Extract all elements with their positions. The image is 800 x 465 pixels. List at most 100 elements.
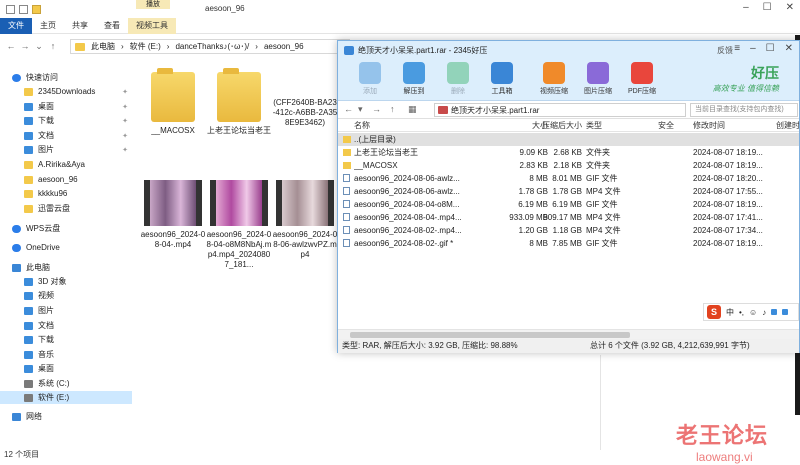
column-header-type[interactable]: 类型 bbox=[586, 119, 646, 132]
column-header-packed[interactable]: 压缩后大小 bbox=[542, 119, 582, 132]
table-row[interactable]: aesoon96_2024-08-02-.mp4... 1.20 GB 1.18… bbox=[338, 224, 799, 237]
column-header-name[interactable]: 名称 bbox=[354, 119, 504, 132]
folder-icon bbox=[217, 68, 261, 122]
column-header-security[interactable]: 安全 bbox=[658, 119, 688, 132]
table-row-parent[interactable]: ..(上层目录) bbox=[338, 133, 799, 146]
table-row[interactable]: aesoon96_2024-08-04-.mp4... 933.09 MB 90… bbox=[338, 211, 799, 224]
sidebar-item-documents[interactable]: 文档 ✦ bbox=[0, 129, 132, 142]
archive-path-field[interactable]: 绝顶天才小呆呆.part1.rar bbox=[434, 103, 686, 117]
sidebar-item-xunlei-cloud[interactable]: 迅雷云盘 bbox=[0, 202, 132, 215]
maximize-icon[interactable]: ☐ bbox=[763, 2, 772, 13]
up-arrow-icon[interactable]: ↑ bbox=[390, 104, 395, 114]
emoji-icon[interactable]: ☺ bbox=[749, 308, 757, 317]
file-tile-video-2[interactable]: aesoon96_2024-08-04-o8M8NbAj.mp4.mp4_202… bbox=[206, 180, 272, 270]
tab-share[interactable]: 共享 bbox=[64, 18, 96, 34]
sidebar-item-downloads[interactable]: 下载 ✦ bbox=[0, 114, 132, 127]
address-bar[interactable]: 此电脑 › 软件 (E:) › danceThanks♪(･ω･)/ › aes… bbox=[70, 39, 350, 54]
sidebar-wps-cloud[interactable]: WPS云盘 bbox=[0, 222, 132, 235]
feedback-button[interactable]: 反馈 bbox=[717, 45, 733, 56]
toolbox-button[interactable]: 工具箱 bbox=[482, 62, 522, 96]
archive-search-input[interactable]: 当前目录查找(支持包内查找) bbox=[690, 103, 798, 117]
delete-button[interactable]: 删除 bbox=[438, 62, 478, 96]
sidebar-item-kkkku96[interactable]: kkkku96 bbox=[0, 187, 132, 200]
checkbox-icon[interactable] bbox=[19, 4, 28, 14]
tab-file[interactable]: 文件 bbox=[0, 17, 32, 34]
back-arrow-icon[interactable]: ← bbox=[4, 41, 18, 51]
close-icon[interactable]: ✕ bbox=[786, 2, 794, 13]
table-row[interactable]: aesoon96_2024-08-06-awlz... 8 MB 8.01 MB… bbox=[338, 172, 799, 185]
table-row[interactable]: 上老王论坛当老王 9.09 KB 2.68 KB 文件夹 2024-08-07 … bbox=[338, 146, 799, 159]
document-icon bbox=[24, 131, 33, 140]
sidebar-item-ririka-aya[interactable]: A.Ririka&Aya bbox=[0, 158, 132, 171]
sidebar-item-music[interactable]: 音乐 bbox=[0, 348, 132, 361]
punctuation-icon[interactable]: •, bbox=[739, 308, 744, 317]
sidebar-item-pc-documents[interactable]: 文档 bbox=[0, 319, 132, 332]
sidebar-item-aesoon96[interactable]: aesoon_96 bbox=[0, 173, 132, 186]
explorer-scrollbar[interactable] bbox=[600, 355, 612, 450]
forward-arrow-icon[interactable]: → bbox=[372, 104, 381, 114]
close-icon[interactable]: ✕ bbox=[785, 43, 793, 54]
file-tile-macosx[interactable]: __MACOSX bbox=[140, 68, 206, 136]
table-row[interactable]: aesoon96_2024-08-06-awlz... 1.78 GB 1.78… bbox=[338, 185, 799, 198]
table-row[interactable]: aesoon96_2024-08-02-.gif * 8 MB 7.85 MB … bbox=[338, 237, 799, 250]
dropdown-icon[interactable]: ▾ bbox=[358, 104, 363, 115]
sidebar-item-drive-e[interactable]: 软件 (E:) bbox=[0, 391, 132, 404]
sidebar-item-pc-downloads[interactable]: 下载 bbox=[0, 333, 132, 346]
maximize-icon[interactable]: ☐ bbox=[766, 43, 775, 54]
archive-horizontal-scrollbar[interactable] bbox=[338, 329, 799, 339]
scrollbar-thumb[interactable] bbox=[350, 332, 630, 338]
up-arrow-icon[interactable]: ↑ bbox=[46, 41, 60, 51]
view-mode-icon[interactable]: ▦ bbox=[408, 104, 417, 115]
table-row[interactable]: aesoon96_2024-08-04-o8M... 6.19 MB 6.19 … bbox=[338, 198, 799, 211]
breadcrumb-this-pc[interactable]: 此电脑 bbox=[91, 41, 115, 52]
sidebar-item-pc-pictures[interactable]: 图片 bbox=[0, 304, 132, 317]
pdf-compress-button[interactable]: PDF压缩 bbox=[622, 62, 662, 96]
mp4-file-icon bbox=[343, 226, 350, 234]
tab-home[interactable]: 主页 bbox=[32, 18, 64, 34]
recent-chevron-icon[interactable]: ⌄ bbox=[32, 41, 46, 52]
file-tile-guid[interactable]: (CFF2640B-BA23-412c-A6BB-2A358E9E3462) bbox=[272, 88, 338, 142]
breadcrumb-current-folder[interactable]: aesoon_96 bbox=[264, 42, 304, 51]
minimize-icon[interactable]: – bbox=[750, 43, 756, 54]
explorer-status-bar: 12 个项目 bbox=[4, 450, 40, 459]
star-icon bbox=[12, 73, 21, 82]
tab-view[interactable]: 查看 bbox=[96, 18, 128, 34]
sidebar-item-2345downloads[interactable]: 2345Downloads ✦ bbox=[0, 85, 132, 98]
sidebar-item-pc-desktop[interactable]: 桌面 bbox=[0, 362, 132, 375]
breadcrumb-dance-folder[interactable]: danceThanks♪(･ω･)/ bbox=[175, 41, 249, 52]
microphone-icon[interactable]: ♪ bbox=[762, 308, 766, 317]
minimize-icon[interactable]: – bbox=[743, 2, 749, 13]
video-compress-button[interactable]: 视频压缩 bbox=[534, 62, 574, 96]
extract-to-button[interactable]: 解压到 bbox=[394, 62, 434, 96]
file-tile-video-3[interactable]: aesoon96_2024-08-06-awlzwvPZ.mp4 bbox=[272, 180, 338, 260]
skin-icon[interactable] bbox=[782, 309, 789, 315]
forward-arrow-icon[interactable]: → bbox=[18, 41, 32, 51]
context-tab-play[interactable]: 播放 bbox=[136, 0, 170, 9]
column-header-created[interactable]: 创建时间 bbox=[776, 119, 799, 132]
sidebar-this-pc[interactable]: 此电脑 bbox=[0, 261, 132, 274]
sidebar-item-videos[interactable]: 视频 bbox=[0, 289, 132, 302]
add-button[interactable]: 添加 bbox=[350, 62, 390, 96]
ime-language[interactable]: 中 bbox=[726, 307, 734, 318]
tab-video-tools[interactable]: 视频工具 bbox=[128, 17, 176, 34]
menu-icon[interactable]: ≡ bbox=[734, 43, 740, 54]
file-tile-video-1[interactable]: aesoon96_2024-08-04-.mp4 bbox=[140, 180, 206, 250]
sidebar-item-desktop[interactable]: 桌面 ✦ bbox=[0, 100, 132, 113]
keyboard-icon[interactable] bbox=[771, 309, 778, 315]
sidebar-item-3d-objects[interactable]: 3D 对象 bbox=[0, 275, 132, 288]
new-folder-icon[interactable] bbox=[32, 4, 41, 14]
sidebar-item-pictures[interactable]: 图片 ✦ bbox=[0, 143, 132, 156]
properties-icon[interactable] bbox=[6, 4, 15, 14]
sidebar-onedrive[interactable]: OneDrive bbox=[0, 241, 132, 254]
sidebar-network[interactable]: 网络 bbox=[0, 410, 132, 423]
breadcrumb-drive-e[interactable]: 软件 (E:) bbox=[130, 41, 161, 52]
back-arrow-icon[interactable]: ← bbox=[344, 104, 353, 114]
image-compress-button[interactable]: 图片压缩 bbox=[578, 62, 618, 96]
sidebar-item-drive-c[interactable]: 系统 (C:) bbox=[0, 377, 132, 390]
sidebar-quick-access[interactable]: 快速访问 bbox=[0, 71, 132, 84]
file-tile-laowang[interactable]: 上老王论坛当老王 bbox=[206, 68, 272, 136]
sogou-ime-icon[interactable]: S bbox=[707, 305, 721, 319]
archiver-toolbar: 添加 解压到 删除 工具箱 视频压缩 图片压缩 PDF压缩 好压 高效专业 值得… bbox=[338, 59, 799, 101]
column-header-modified[interactable]: 修改时间 bbox=[693, 119, 769, 132]
table-row[interactable]: __MACOSX 2.83 KB 2.18 KB 文件夹 2024-08-07 … bbox=[338, 159, 799, 172]
